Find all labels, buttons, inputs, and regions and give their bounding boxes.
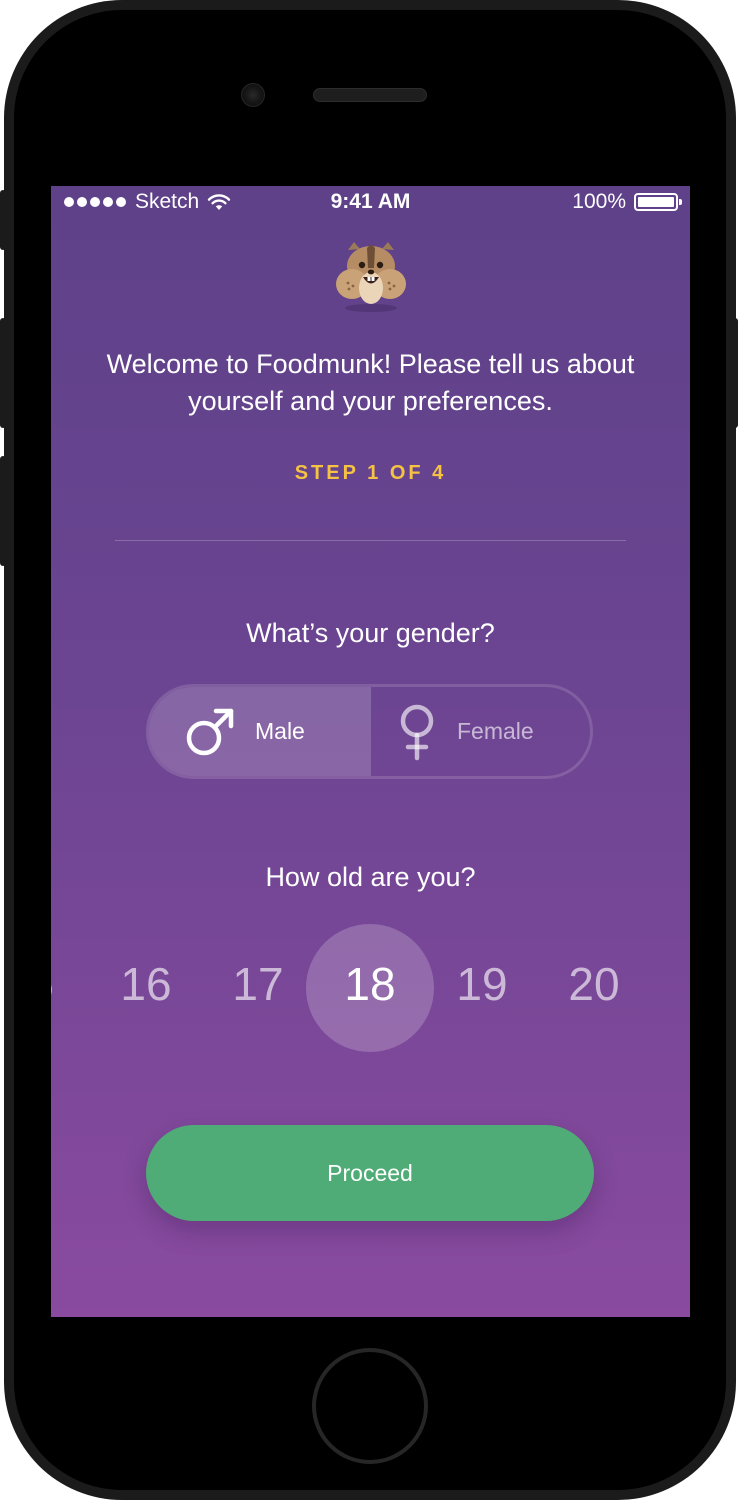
power-button — [732, 318, 738, 428]
battery-icon — [634, 193, 682, 211]
gender-option-label: Male — [255, 718, 305, 744]
home-button[interactable] — [312, 1348, 428, 1464]
gender-question: What’s your gender? — [246, 618, 495, 648]
age-option[interactable]: 5 — [51, 952, 91, 1016]
earpiece-speaker — [313, 88, 427, 102]
age-option[interactable]: 20 — [544, 952, 644, 1016]
gender-option-male[interactable]: Male — [149, 687, 371, 776]
age-question: How old are you? — [265, 862, 476, 892]
section-divider — [115, 540, 626, 541]
app-screen: Sketch 9:41 AM 100% Welcome to Foodmunk!… — [51, 186, 690, 1317]
welcome-message: Welcome to Foodmunk! Please tell us abou… — [106, 349, 635, 416]
gender-option-female[interactable]: Female — [371, 687, 590, 776]
age-option[interactable]: 19 — [432, 952, 532, 1016]
age-option[interactable]: 16 — [96, 952, 196, 1016]
step-indicator: STEP 1 OF 4 — [294, 462, 447, 484]
age-option[interactable]: 2 — [655, 952, 690, 1016]
status-bar: Sketch 9:41 AM 100% — [51, 186, 690, 218]
age-option[interactable]: 17 — [208, 952, 308, 1016]
male-symbol-icon — [186, 708, 234, 755]
front-camera — [241, 83, 265, 107]
chipmunk-mascot-icon — [336, 242, 406, 312]
gender-option-label: Female — [457, 718, 534, 744]
battery-percent: 100% — [572, 190, 626, 213]
volume-up-button — [0, 318, 6, 428]
gender-segmented-control: Male Female — [146, 684, 593, 779]
age-option-selected[interactable]: 18 — [320, 952, 420, 1016]
status-right: 100% — [572, 190, 682, 214]
proceed-button[interactable]: Proceed — [146, 1125, 594, 1221]
female-symbol-icon — [400, 704, 434, 760]
age-picker[interactable]: 5 16 17 18 19 20 2 — [51, 922, 690, 1052]
volume-down-button — [0, 456, 6, 566]
mute-switch — [0, 190, 6, 250]
